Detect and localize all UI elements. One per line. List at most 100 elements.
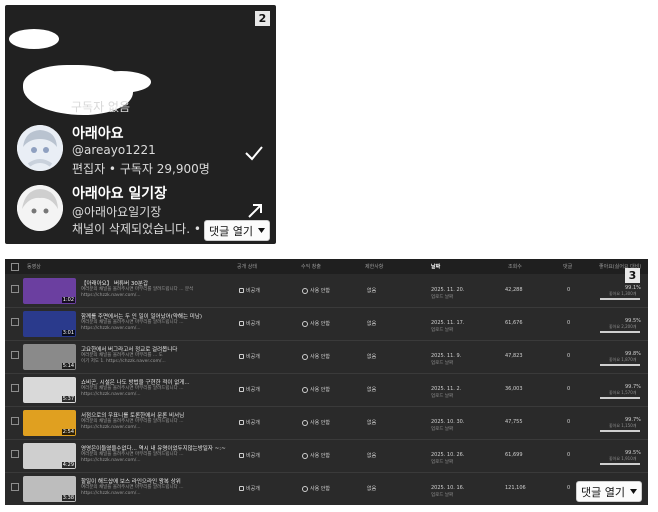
visibility-cell[interactable]: 비공개	[239, 320, 260, 327]
lock-icon	[239, 288, 244, 293]
video-title[interactable]: 【아래아요】 버튜버 30분갑	[81, 279, 148, 287]
monetization-cell[interactable]: 사용 안함	[302, 485, 330, 492]
channel-account-item[interactable]: 아래아요 @areayo1221 편집자 • 구독자 29,900명	[15, 125, 276, 181]
visibility-cell[interactable]: 비공개	[239, 353, 260, 360]
video-duration: 3:38	[61, 495, 75, 501]
video-thumbnail[interactable]: 3:38	[23, 476, 76, 502]
video-thumbnail[interactable]: 5:14	[23, 344, 76, 370]
monetization-cell[interactable]: 사용 안함	[302, 419, 330, 426]
date-sub-label: 업로드 날짜	[431, 295, 454, 300]
row-checkbox[interactable]	[11, 318, 19, 326]
monetization-cell[interactable]: 사용 안함	[302, 287, 330, 294]
column-header-comments[interactable]: 댓글	[563, 263, 572, 270]
visibility-cell[interactable]: 비공개	[239, 386, 260, 393]
monetization-label: 사용 안함	[310, 354, 330, 360]
external-link-icon[interactable]	[246, 202, 264, 220]
monetization-off-icon	[302, 419, 308, 426]
table-row[interactable]: 5:37 쇼비곤, 시설은 나도 방법을 구현한 적이 없게... 여러분의 채널을…	[5, 374, 648, 407]
row-checkbox[interactable]	[11, 285, 19, 293]
video-description: 여러분의 채널을 올려주시면 마무리를 알려드립니다 ... https://ch…	[81, 419, 184, 431]
monetization-cell[interactable]: 사용 안함	[302, 386, 330, 393]
channel-name: 아래아요 일기장	[72, 186, 168, 202]
date-cell: 2025. 11. 2.	[431, 386, 462, 392]
column-header-date[interactable]: 날짜	[431, 263, 440, 270]
content-table-panel: 동영상 공개 상태 수익 창출 제한사항 날짜 조회수 댓글 좋아요(싫어요 대…	[5, 259, 648, 505]
video-thumbnail[interactable]: 5:37	[23, 377, 76, 403]
video-title[interactable]: 영영은이들였을수없다... 역시 내 유명이었두지않는방일자 ~:~	[81, 444, 226, 452]
table-row[interactable]: 4:29 영영은이들였을수없다... 역시 내 유명이었두지않는방일자 ~:~ 여러…	[5, 440, 648, 473]
row-checkbox[interactable]	[11, 417, 19, 425]
visibility-cell[interactable]: 비공개	[239, 485, 260, 492]
visibility-label: 비공개	[246, 387, 260, 393]
video-title[interactable]: 함께를 주면에서는 두 인 일이 일어났어(약해는 미남)	[81, 312, 202, 320]
row-checkbox[interactable]	[11, 483, 19, 491]
monetization-cell[interactable]: 사용 안함	[302, 353, 330, 360]
restriction-cell: 없음	[367, 420, 377, 426]
likes-count: 좋아요 1,570개	[609, 390, 637, 395]
row-checkbox[interactable]	[11, 351, 19, 359]
lock-icon	[239, 354, 244, 359]
table-row[interactable]: 3:01 함께를 주면에서는 두 인 일이 일어났어(약해는 미남) 여러분의 채널…	[5, 308, 648, 341]
visibility-cell[interactable]: 비공개	[239, 452, 260, 459]
open-comments-button[interactable]: 댓글 열기	[576, 481, 642, 502]
row-checkbox[interactable]	[11, 384, 19, 392]
likes-count: 좋아요 1,150개	[609, 423, 637, 428]
video-thumbnail[interactable]: 3:01	[23, 311, 76, 337]
video-description: 여러분의 채널을 올려주시면 마무리를 ... 도 이기 저도 1. https:…	[81, 353, 166, 365]
likes-ratio-fill	[600, 430, 640, 432]
monetization-label: 사용 안함	[310, 453, 330, 459]
column-header-views[interactable]: 조회수	[508, 263, 522, 270]
video-thumbnail[interactable]: 4:29	[23, 443, 76, 469]
monetization-label: 사용 안함	[310, 321, 330, 327]
description-line: 이기 저도 1. https://chzzk.naver.com/...	[81, 359, 166, 364]
video-description: 여러분의 채널을 올려주시면 마무리를 알려드립니다 ... https://ch…	[81, 452, 184, 464]
video-thumbnail[interactable]: 2:54	[23, 410, 76, 436]
monetization-cell[interactable]: 사용 안함	[302, 452, 330, 459]
restriction-cell: 없음	[367, 288, 377, 294]
column-header-video[interactable]: 동영상	[27, 263, 41, 270]
visibility-cell[interactable]: 비공개	[239, 287, 260, 294]
views-cell: 121,106	[505, 485, 526, 491]
comments-cell: 0	[567, 320, 571, 326]
visibility-cell[interactable]: 비공개	[239, 419, 260, 426]
visibility-label: 비공개	[246, 354, 260, 360]
row-checkbox[interactable]	[11, 450, 19, 458]
likes-ratio-fill	[600, 364, 640, 366]
views-cell: 47,823	[505, 353, 523, 359]
redaction-scribble	[9, 29, 59, 49]
monetization-cell[interactable]: 사용 안함	[302, 320, 330, 327]
open-comments-button[interactable]: 댓글 열기	[204, 220, 270, 241]
table-row[interactable]: 1:02 【아래아요】 버튜버 30분갑 여러분의 채널을 올려주시면 마무리를 알…	[5, 275, 648, 308]
likes-ratio-fill	[600, 298, 640, 300]
video-duration: 5:14	[61, 363, 75, 369]
column-header-restrictions[interactable]: 제한사항	[365, 263, 383, 270]
column-header-visibility[interactable]: 공개 상태	[237, 263, 257, 270]
open-comments-label: 댓글 열기	[581, 485, 625, 499]
date-sub-label: 업로드 날짜	[431, 427, 454, 432]
monetization-off-icon	[302, 320, 308, 327]
column-header-monetization[interactable]: 수익 창출	[301, 263, 321, 270]
video-thumbnail[interactable]: 1:02	[23, 278, 76, 304]
table-row[interactable]: 5:14 고요한에서 버그라고서 정교로 걸려봅니다 여러분의 채널을 올려주시면 …	[5, 341, 648, 374]
monetization-label: 사용 안함	[310, 486, 330, 492]
character-avatar-icon	[17, 185, 63, 231]
select-all-checkbox[interactable]	[11, 263, 19, 271]
description-line: https://chzzk.naver.com/...	[81, 458, 141, 463]
date-cell: 2025. 11. 9.	[431, 353, 462, 359]
table-header: 동영상 공개 상태 수익 창출 제한사항 날짜 조회수 댓글 좋아요(싫어요 대…	[5, 259, 648, 274]
video-title[interactable]: 고요한에서 버그라고서 정교로 걸려봅니다	[81, 345, 177, 353]
video-duration: 4:29	[61, 462, 75, 468]
restriction-cell: 없음	[367, 453, 377, 459]
table-row[interactable]: 3:38 할일이 해드샵에 보스 라인으라인 왕복 상위 여러분의 채널을 올려주시…	[5, 473, 648, 505]
video-title[interactable]: 쇼비곤, 시설은 나도 방법을 구현한 적이 없게...	[81, 378, 190, 386]
monetization-off-icon	[302, 287, 308, 294]
monetization-label: 사용 안함	[310, 288, 330, 294]
comments-cell: 0	[567, 353, 571, 359]
check-icon	[245, 146, 263, 161]
video-title[interactable]: 서점으로의 우표니를 토론한에서 문론 비서님	[81, 411, 184, 419]
table-row[interactable]: 2:54 서점으로의 우표니를 토론한에서 문론 비서님 여러분의 채널을 올려주시…	[5, 407, 648, 440]
video-title[interactable]: 할일이 해드샵에 보스 라인으라인 왕복 상위	[81, 477, 181, 485]
open-comments-label: 댓글 열기	[209, 224, 253, 238]
views-cell: 61,699	[505, 452, 523, 458]
restriction-cell: 없음	[367, 354, 377, 360]
